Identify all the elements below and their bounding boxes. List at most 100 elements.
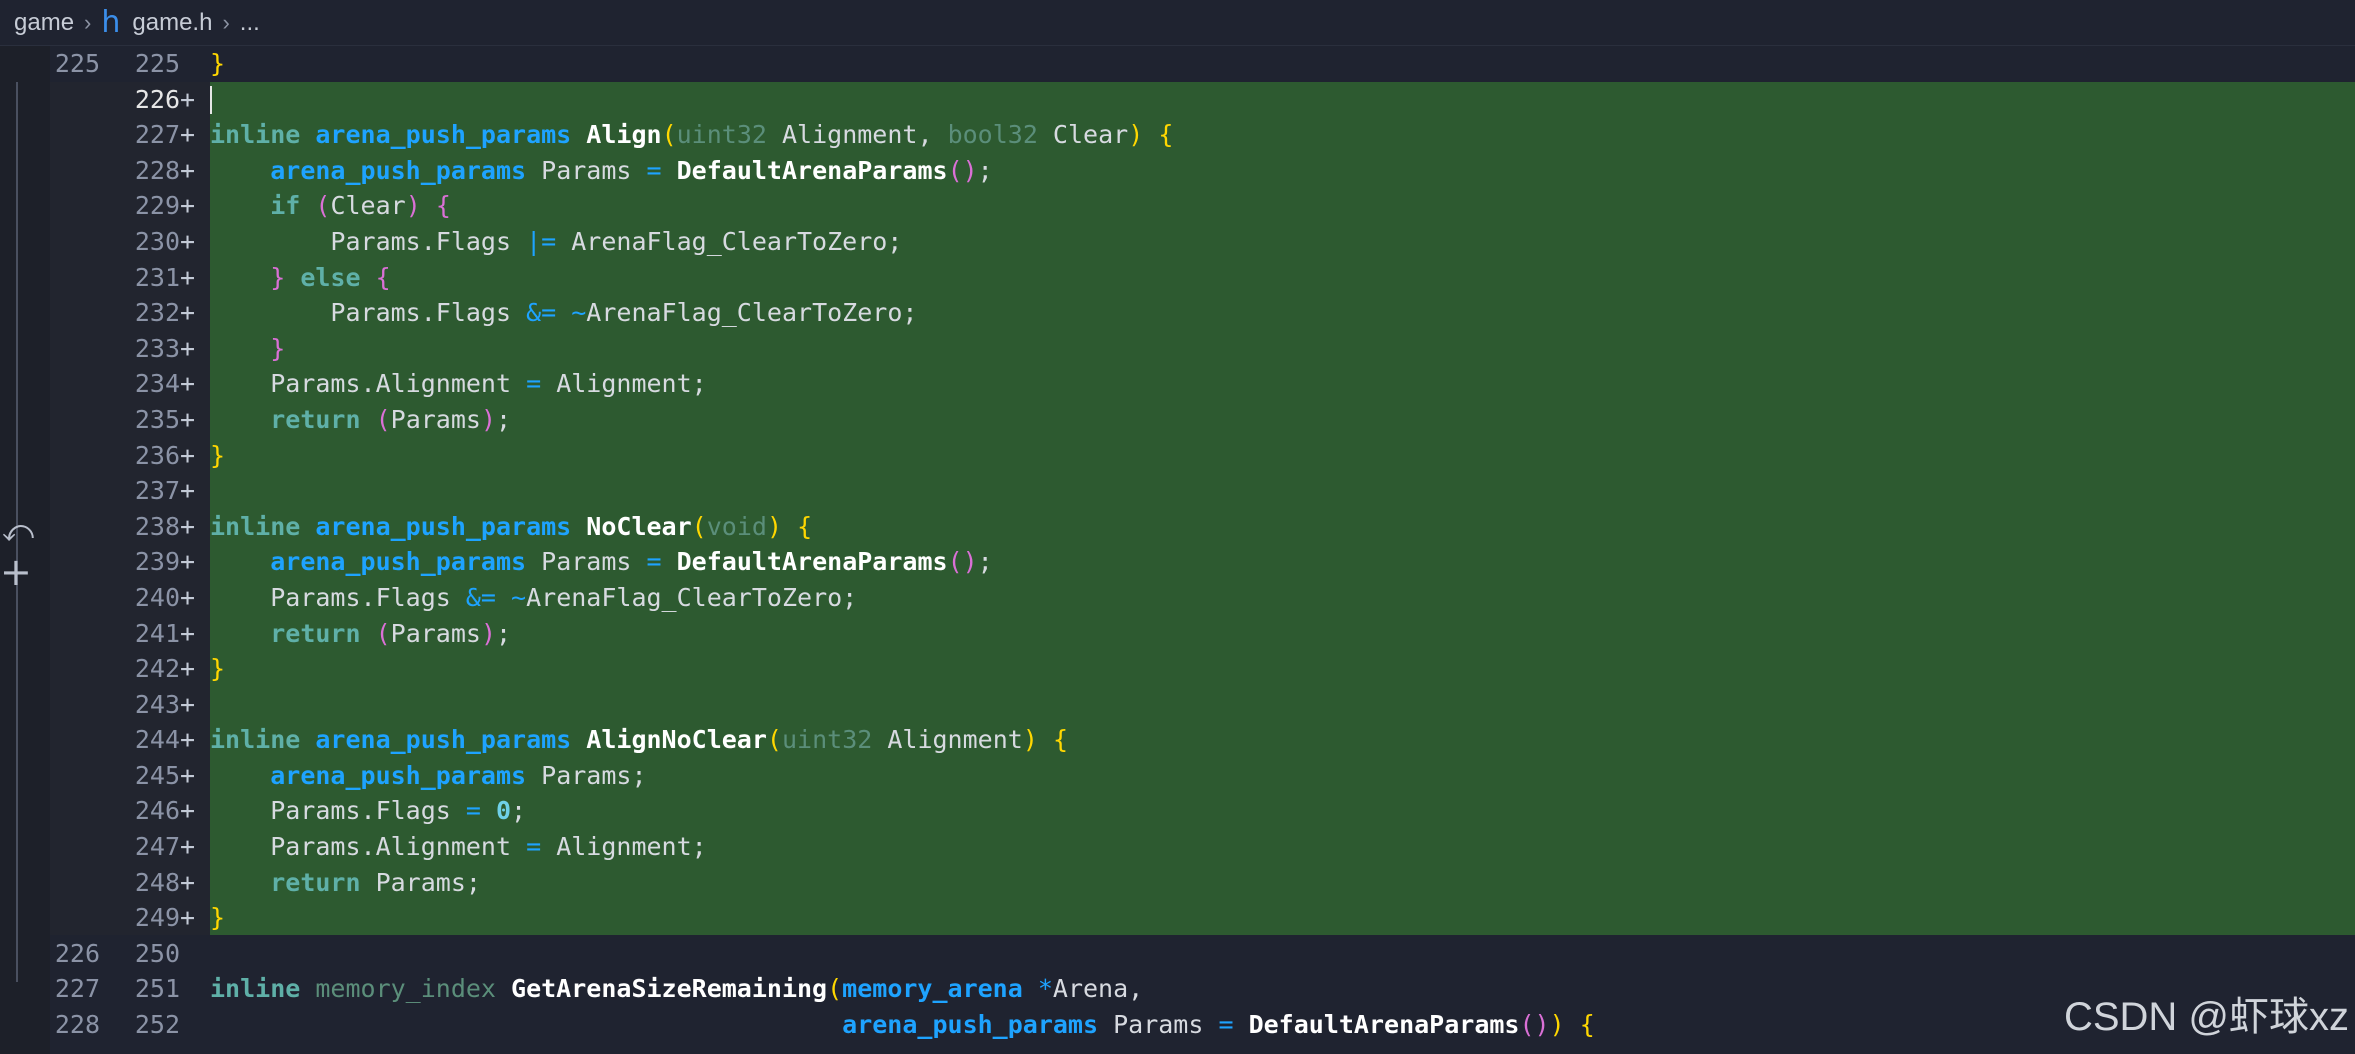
code-token: memory_arena	[842, 974, 1038, 1004]
code-line[interactable]: 242 +}	[0, 651, 2355, 687]
code-line[interactable]: 227 251 inline memory_index GetArenaSizeRe…	[0, 971, 2355, 1007]
code-line[interactable]: 241 + return (Params);	[0, 616, 2355, 652]
code-token: &= ~	[526, 298, 587, 328]
code-text[interactable]: return (Params);	[210, 402, 511, 438]
code-line[interactable]: 226 +	[0, 82, 2355, 118]
code-text[interactable]: return Params;	[210, 865, 481, 901]
code-text[interactable]: inline memory_index GetArenaSizeRemainin…	[210, 971, 1143, 1007]
code-text[interactable]: arena_push_params Params = DefaultArenaP…	[210, 544, 993, 580]
code-token: ()	[947, 155, 978, 185]
code-text[interactable]: Params.Flags &= ~ArenaFlag_ClearToZero;	[210, 295, 917, 331]
code-text[interactable]: }	[210, 651, 225, 687]
new-line-number: 226	[134, 84, 180, 114]
code-text[interactable]: arena_push_params Params = DefaultArenaP…	[210, 1007, 1595, 1043]
new-line-number: 230	[134, 226, 180, 256]
code-line[interactable]: 235 + return (Params);	[0, 402, 2355, 438]
code-token: bool32	[947, 120, 1053, 150]
code-token: &= ~	[465, 582, 527, 612]
code-line[interactable]: 247 + Params.Alignment = Alignment;	[0, 829, 2355, 865]
code-line[interactable]: 244 + inline arena_push_params AlignNoClea…	[0, 722, 2355, 758]
new-line-number: 246	[134, 796, 180, 826]
code-token: ;	[496, 618, 512, 648]
code-line[interactable]: 236 +}	[0, 438, 2355, 474]
code-token: =	[1218, 1010, 1249, 1040]
code-text[interactable]: Params.Alignment = Alignment;	[210, 366, 707, 402]
text-cursor	[210, 85, 212, 114]
added-line-marker: +	[180, 511, 196, 541]
code-line[interactable]: 249 +}	[0, 900, 2355, 936]
new-line-number: 245	[134, 760, 180, 790]
code-text[interactable]: arena_push_params Params;	[210, 758, 646, 794]
code-editor[interactable]: 225 225} 226 +227 + inline arena_push_params …	[0, 46, 2355, 1043]
breadcrumb-file[interactable]: game.h	[132, 9, 212, 37]
new-line-number: 249	[134, 903, 180, 933]
code-text[interactable]: }	[210, 438, 225, 474]
code-token: DefaultArenaParams	[676, 155, 948, 185]
code-token: Alignment,	[781, 120, 948, 150]
code-line[interactable]: 233 + }	[0, 331, 2355, 367]
chevron-right-icon: ›	[84, 9, 92, 35]
code-token: uint32	[676, 120, 782, 150]
code-line[interactable]: 232 + Params.Flags &= ~ArenaFlag_ClearToZ…	[0, 295, 2355, 331]
code-text[interactable]: }	[210, 46, 225, 82]
code-line[interactable]: 231 + } else {	[0, 260, 2355, 296]
new-line-number: 239	[134, 547, 180, 577]
code-token: DefaultArenaParams	[1248, 1010, 1520, 1040]
code-line[interactable]: 228 + arena_push_params Params = DefaultA…	[0, 153, 2355, 189]
code-token: return	[270, 867, 376, 897]
code-line[interactable]: 238 + inline arena_push_params NoClear(voi…	[0, 509, 2355, 545]
code-line[interactable]: 248 + return Params;	[0, 865, 2355, 901]
new-line-number: 225	[134, 49, 180, 78]
code-text[interactable]: inline arena_push_params NoClear(void) {	[210, 509, 812, 545]
code-text[interactable]: return (Params);	[210, 616, 511, 652]
code-line[interactable]: 225 225}	[0, 46, 2355, 82]
code-text[interactable]: inline arena_push_params Align(uint32 Al…	[210, 117, 1173, 153]
code-token: *	[1037, 974, 1053, 1004]
code-token: ()	[947, 547, 978, 577]
code-line[interactable]: 230 + Params.Flags |= ArenaFlag_ClearToZe…	[0, 224, 2355, 260]
code-token: (	[375, 404, 391, 434]
code-line[interactable]: 226 250	[0, 936, 2355, 972]
breadcrumb-more[interactable]: ...	[240, 9, 260, 37]
code-line[interactable]: 243 +	[0, 687, 2355, 723]
code-text[interactable]: arena_push_params Params = DefaultArenaP…	[210, 153, 993, 189]
code-token: arena_push_params	[270, 547, 542, 577]
code-token: )	[1128, 120, 1144, 150]
code-token: Alignment;	[556, 832, 707, 862]
code-token: ()	[1519, 1010, 1550, 1040]
code-line[interactable]: 246 + Params.Flags = 0;	[0, 793, 2355, 829]
old-line-number: 227	[54, 974, 100, 1004]
code-line[interactable]: 245 + arena_push_params Params;	[0, 758, 2355, 794]
code-line[interactable]: 227 + inline arena_push_params Align(uint3…	[0, 117, 2355, 153]
code-line[interactable]: 239 + arena_push_params Params = DefaultA…	[0, 544, 2355, 580]
code-token: inline	[210, 725, 316, 755]
code-text[interactable]: Params.Flags = 0;	[210, 793, 526, 829]
code-text[interactable]: Params.Alignment = Alignment;	[210, 829, 707, 865]
code-text[interactable]: Params.Flags &= ~ArenaFlag_ClearToZero;	[210, 580, 857, 616]
new-line-number: 251	[134, 974, 180, 1004]
code-text[interactable]: inline arena_push_params AlignNoClear(ui…	[210, 722, 1068, 758]
code-text[interactable]: Params.Flags |= ArenaFlag_ClearToZero;	[210, 224, 902, 260]
code-token: {	[375, 262, 391, 292]
code-line[interactable]: 240 + Params.Flags &= ~ArenaFlag_ClearToZ…	[0, 580, 2355, 616]
new-line-number: 247	[134, 832, 180, 862]
code-text[interactable]: } else {	[210, 260, 391, 296]
code-line[interactable]: 228 252 arena_push_params Params = Defaul…	[0, 1007, 2355, 1043]
code-line[interactable]: 237 +	[0, 473, 2355, 509]
code-text[interactable]: }	[210, 331, 285, 367]
code-token: inline	[210, 120, 316, 150]
code-text[interactable]: }	[210, 900, 225, 936]
code-text[interactable]: if (Clear) {	[210, 188, 451, 224]
added-line-marker: +	[180, 618, 196, 648]
code-token: {	[1579, 1010, 1595, 1040]
code-line[interactable]: 229 + if (Clear) {	[0, 188, 2355, 224]
code-token: Params.Alignment	[210, 369, 527, 399]
code-line[interactable]: 234 + Params.Alignment = Alignment;	[0, 366, 2355, 402]
new-line-number: 229	[134, 191, 180, 221]
code-token: memory_index	[315, 974, 512, 1004]
breadcrumb-folder[interactable]: game	[14, 9, 74, 37]
code-token: return	[270, 618, 376, 648]
